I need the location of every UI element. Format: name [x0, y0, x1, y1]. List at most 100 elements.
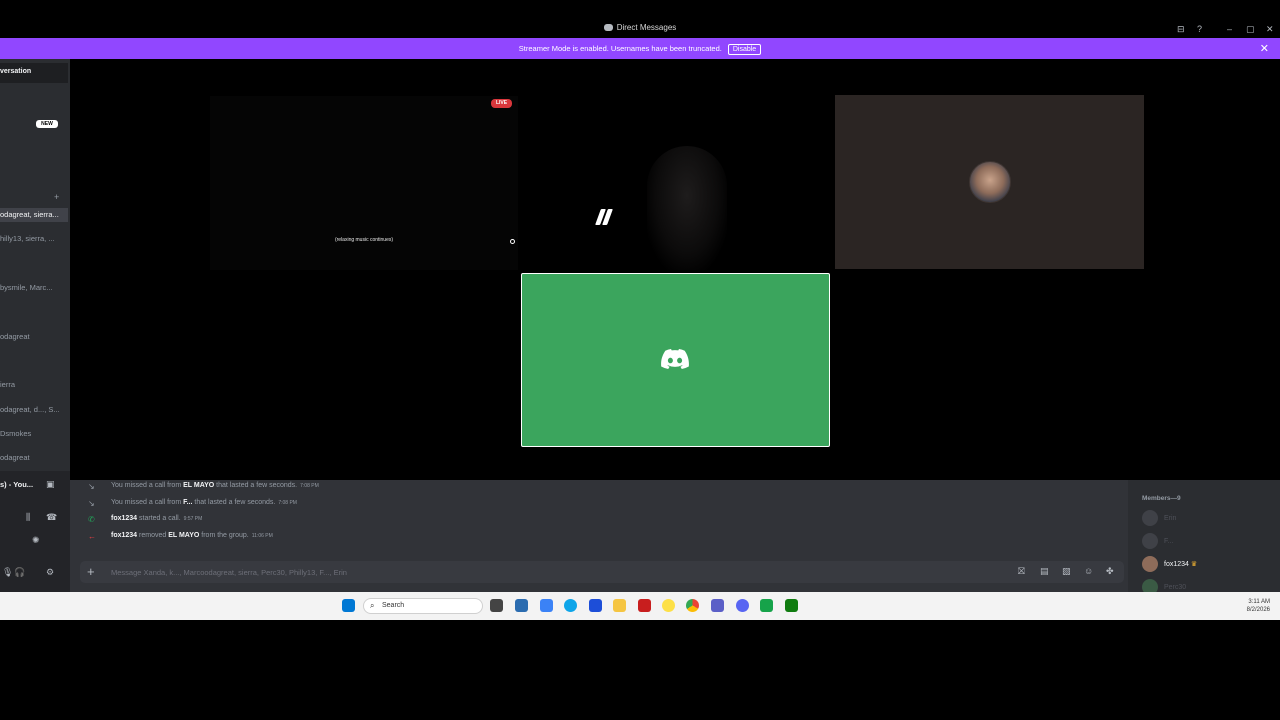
message-timestamp: 9:57 PM — [183, 516, 203, 522]
close-window-button[interactable]: ✕ — [1266, 23, 1274, 35]
member-name: F... — [1164, 537, 1174, 545]
windows-taskbar: ⌕ Search 3:11 AM 8/2/2026 — [0, 592, 1280, 620]
participant-tile-green[interactable] — [521, 273, 830, 447]
minimize-button[interactable]: – — [1227, 23, 1232, 35]
dm-item[interactable]: hilly13, sierra, ... — [0, 232, 68, 246]
mcafee-icon[interactable] — [638, 599, 651, 612]
member-item[interactable]: Erin — [1142, 510, 1176, 526]
discord-small-icon — [603, 24, 613, 31]
member-item[interactable]: fox1234 ♛ — [1142, 556, 1197, 572]
maximize-button[interactable]: ▢ — [1246, 23, 1255, 35]
message-text: started a call. — [137, 515, 181, 522]
dm-item[interactable]: odagreat — [0, 451, 68, 465]
message-text: that lasted a few seconds. — [192, 499, 276, 506]
discord-taskbar-icon[interactable] — [736, 599, 749, 612]
chrome-icon[interactable] — [686, 599, 699, 612]
headset-icon[interactable]: 🎧 — [14, 567, 25, 578]
snapchat-icon[interactable] — [662, 599, 675, 612]
dm-item[interactable]: ierra — [0, 378, 68, 392]
soundboard-icon[interactable]: ⫼ — [26, 512, 30, 523]
xbox-icon[interactable] — [785, 599, 798, 612]
message-username[interactable]: EL MAYO — [183, 482, 214, 489]
disconnect-icon[interactable]: ☎ — [46, 512, 57, 523]
spotify-icon[interactable] — [760, 599, 773, 612]
inbox-icon[interactable]: ⊟ — [1177, 23, 1185, 35]
avatar — [1142, 510, 1158, 526]
message-text: You missed a call from — [111, 482, 184, 489]
taskbar-search[interactable]: ⌕ Search — [363, 598, 483, 614]
apps-icon[interactable]: ✤ — [1106, 566, 1114, 577]
member-name: Erin — [1164, 514, 1177, 522]
emoji-icon[interactable]: ☺ — [1084, 566, 1093, 576]
close-banner-icon[interactable]: ✕ — [1260, 42, 1269, 55]
cursor-dot — [510, 239, 515, 244]
message-text: You missed a call from — [111, 499, 184, 506]
message-text: that lasted a few seconds. — [214, 482, 298, 489]
create-dm-icon[interactable]: + — [54, 192, 59, 202]
missed-call-icon: ↘ — [88, 499, 95, 508]
streamer-mode-message: Streamer Mode is enabled. Usernames have… — [518, 44, 722, 53]
message-input-placeholder[interactable]: Message Xanda, k..., Marcoodagreat, sier… — [111, 568, 347, 577]
crown-icon: ♛ — [1190, 560, 1198, 568]
camera-tile[interactable] — [522, 96, 830, 270]
sticker-icon[interactable]: ▧ — [1062, 566, 1071, 577]
message-text: removed — [137, 532, 169, 539]
dm-sidebar: versation NEW + odagreat, sierra... hill… — [0, 59, 70, 592]
windows-start-icon[interactable] — [342, 599, 355, 612]
dm-item[interactable]: odagreat, d..., S... — [0, 403, 68, 417]
stream-caption: (relaxing music continues) — [334, 237, 394, 243]
message-timestamp: 7:08 PM — [300, 483, 319, 489]
message-username[interactable]: fox1234 — [111, 515, 137, 522]
user-panel: s) - You... ▣ ⫼ ☎ ✺ 🎙 🎧 ⚙ — [0, 471, 70, 592]
dm-item[interactable]: Dsmokes — [0, 427, 68, 441]
call-stage: (relaxing music continues) LIVE — [70, 59, 1280, 480]
avatar-tile[interactable] — [835, 95, 1144, 269]
attach-plus-icon[interactable]: + — [87, 564, 95, 579]
voice-connection-status[interactable]: s) - You... — [0, 480, 33, 489]
webcam-person — [647, 146, 727, 270]
window-titlebar: Direct Messages ⊟ ? – ▢ ✕ — [0, 20, 1280, 38]
edge-icon[interactable] — [564, 599, 577, 612]
dm-item[interactable]: bysmile, Marc... — [0, 281, 68, 295]
dm-item[interactable]: odagreat, sierra... — [0, 208, 68, 222]
taskbar-clock[interactable]: 3:11 AM 8/2/2026 — [1247, 598, 1270, 614]
message-timestamp: 11:06 PM — [251, 533, 273, 539]
clock-time: 3:11 AM — [1248, 599, 1270, 605]
message-username[interactable]: fox1234 — [111, 532, 137, 539]
ring-light — [594, 209, 614, 225]
member-removed-icon: ← — [88, 532, 96, 541]
call-started-icon: ✆ — [88, 515, 95, 524]
clock-date: 8/2/2026 — [1246, 607, 1270, 613]
missed-call-icon: ↘ — [88, 482, 95, 491]
find-conversation-button[interactable]: versation — [0, 63, 68, 83]
stream-tile[interactable]: (relaxing music continues) — [210, 96, 518, 270]
disable-streamer-mode-button[interactable]: Disable — [727, 44, 762, 55]
user-settings-icon[interactable]: ⚙ — [46, 567, 54, 578]
chat-area: ↘ You missed a call from EL MAYO that la… — [70, 480, 1128, 592]
file-explorer-icon[interactable] — [613, 599, 626, 612]
taskbar-search-label: Search — [382, 602, 405, 609]
message-username[interactable]: EL MAYO — [168, 532, 199, 539]
member-item[interactable]: F... — [1142, 533, 1173, 549]
store-icon[interactable] — [515, 599, 528, 612]
dm-item[interactable]: odagreat — [0, 330, 68, 344]
avatar — [1142, 533, 1158, 549]
gift-icon[interactable]: ⛝ — [1018, 566, 1025, 577]
window-title: Direct Messages — [0, 23, 1280, 32]
help-icon[interactable]: ? — [1197, 23, 1202, 35]
activity-icon[interactable]: ✺ — [32, 535, 40, 546]
outlook-icon[interactable] — [589, 599, 602, 612]
task-view-icon[interactable] — [490, 599, 503, 612]
window-title-text: Direct Messages — [616, 23, 677, 32]
letterbox — [0, 620, 1280, 720]
gif-icon[interactable]: ▤ — [1040, 566, 1049, 577]
teams-icon[interactable] — [711, 599, 724, 612]
members-header: Members—9 — [1142, 495, 1181, 502]
message-text: from the group. — [199, 532, 249, 539]
message-input-box[interactable]: + Message Xanda, k..., Marcoodagreat, si… — [80, 561, 1124, 583]
screen-share-icon[interactable]: ▣ — [46, 479, 55, 490]
copilot-icon[interactable] — [540, 599, 553, 612]
avatar — [1142, 556, 1158, 572]
microphone-icon[interactable]: 🎙 — [2, 567, 13, 578]
member-name: fox1234 — [1164, 560, 1189, 568]
